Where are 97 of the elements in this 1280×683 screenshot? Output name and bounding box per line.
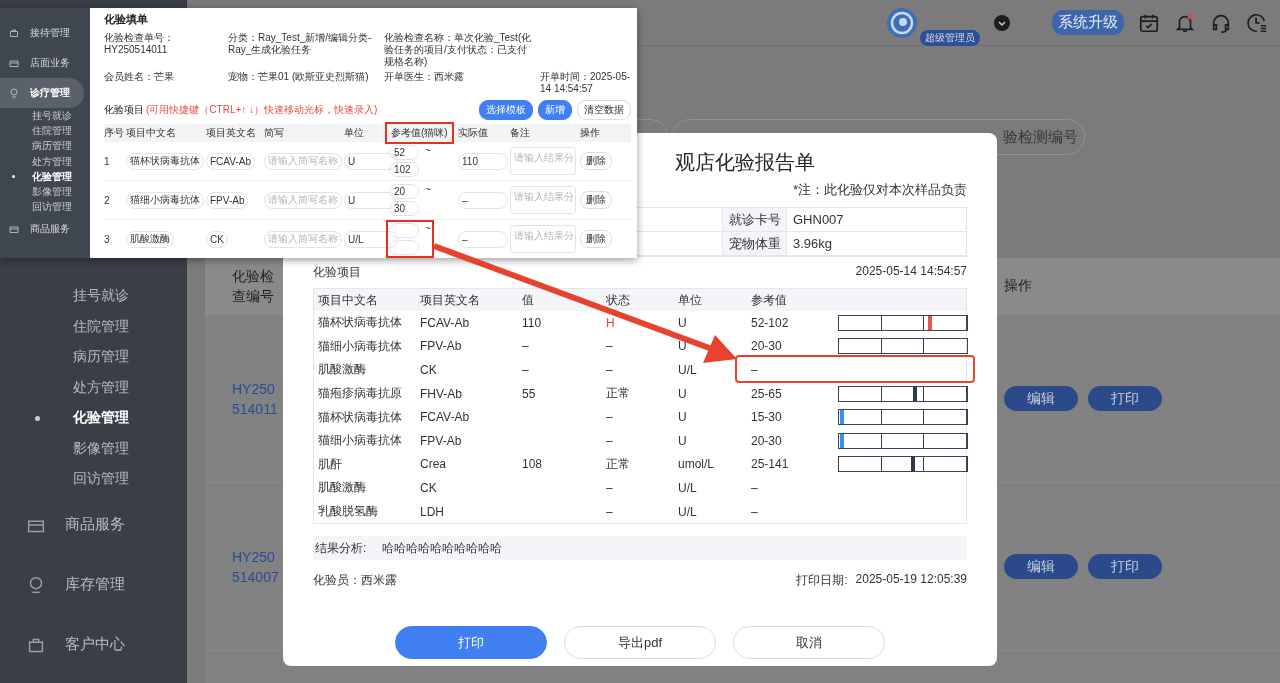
column-header: 项目中文名	[318, 291, 379, 309]
table-cell-text: 肌酸激酶	[318, 361, 367, 379]
row-number: 1	[104, 155, 110, 167]
section-title: 化验项目	[313, 264, 361, 281]
table-cell-text: 猫细小病毒抗体	[318, 432, 403, 450]
info-label: 就诊卡号	[722, 208, 786, 232]
table-cell-text: Crea	[420, 457, 447, 472]
column-header: 项目英文名	[420, 291, 481, 309]
range-separator: ~	[425, 184, 431, 195]
field-text: 开单时间：2025-05-14 14:54:57	[540, 71, 631, 95]
column-header: 单位	[344, 126, 364, 140]
table-cell-text: FHV-Ab	[420, 386, 463, 401]
status-cell-text: 正常	[606, 455, 631, 473]
table-cell-text: 25-65	[751, 386, 783, 401]
row-number: 3	[104, 233, 110, 245]
status-cell-text: –	[606, 410, 614, 425]
table-cell-text: 110	[522, 315, 543, 330]
table-cell-text: 猫杯状病毒抗体	[318, 314, 403, 332]
table-cell-text: U/L	[678, 480, 698, 495]
table-cell-text: –	[522, 339, 530, 354]
table-cell-text: 猫细小病毒抗体	[318, 337, 403, 355]
table-cell-text: umol/L	[678, 457, 716, 472]
form-title: 化验填单	[104, 12, 149, 27]
column-header: 状态	[606, 291, 631, 309]
table-cell-text: FCAV-Ab	[420, 410, 471, 425]
tester-text: 化验员：西米露	[313, 572, 397, 590]
table-cell-text: U	[678, 339, 688, 354]
table-cell-text: 108	[522, 457, 544, 472]
table-cell-text: 55	[522, 386, 537, 401]
status-cell-text: H	[606, 315, 616, 330]
column-header: 简写	[264, 126, 284, 140]
table-cell-text: 肌酸激酶	[318, 479, 367, 497]
table-cell-text: CK	[420, 363, 438, 377]
table-cell-text: 肌酐	[318, 455, 343, 473]
table-cell-text: 20-30	[751, 339, 783, 354]
section-title: 化验项目	[104, 103, 144, 117]
field-text: 化验检查名称：单次化验_Test(化验任务的项目/支付状态：已支付规格名称)	[384, 32, 533, 68]
info-value: 3.96kg	[786, 232, 966, 256]
dialog-title: 观店化验报告单	[675, 150, 816, 175]
field-text: 宠物：芒果01 (欧斯亚史烈斯猫)	[228, 71, 370, 84]
table-cell-text: 25-141	[751, 457, 790, 472]
print-date: 2025-05-19 12:05:39	[855, 572, 967, 589]
table-cell-text: LDH	[420, 504, 445, 519]
column-header: 操作	[580, 126, 600, 140]
column-header: 序号	[104, 126, 124, 140]
table-cell-text: 15-30	[751, 410, 783, 425]
role-badge: 超级管理员	[920, 29, 980, 46]
status-cell-text: –	[606, 480, 614, 495]
column-header: 实际值	[458, 126, 488, 140]
column-header: 值	[522, 291, 535, 309]
column-header: 参考值	[751, 291, 788, 309]
status-cell-text: –	[606, 433, 614, 448]
table-cell-text: U/L	[678, 504, 698, 519]
info-value: GHN007	[786, 208, 966, 232]
field-text: 会员姓名：芒果	[104, 71, 175, 84]
print-date-label: 打印日期:	[796, 572, 848, 590]
row-number: 2	[104, 194, 110, 206]
column-header: 操作	[1004, 277, 1032, 295]
range-separator: ~	[425, 223, 431, 234]
table-cell-text: 猫杯状病毒抗体	[318, 408, 403, 426]
column-header: 项目英文名	[206, 126, 256, 140]
field-text: 开单医生：西米露	[384, 71, 465, 84]
status-cell-text: –	[606, 339, 614, 354]
status-cell-text: –	[606, 363, 614, 377]
table-cell-text: 猫疱疹病毒抗原	[318, 385, 403, 403]
table-cell-text: 乳酸脱氢酶	[318, 503, 379, 521]
table-cell-text: CK	[420, 480, 438, 495]
table-cell-text: FCAV-Ab	[420, 315, 471, 330]
table-cell-text: U	[678, 315, 688, 330]
range-separator: ~	[425, 145, 431, 156]
table-cell-text: –	[751, 504, 759, 519]
table-cell-text: –	[522, 363, 530, 377]
table-cell-text: U	[678, 410, 688, 425]
column-header: 项目中文名	[126, 126, 176, 140]
disclaimer-note: *注：此化验仅对本次样品负责	[792, 181, 967, 199]
field-text: 分类：Ray_Test_新增/编辑分类-Ray_生成化验任务	[228, 32, 373, 57]
table-cell-text: U/L	[678, 363, 698, 377]
table-cell-text: 20-30	[751, 433, 783, 448]
table-cell-text: FPV-Ab	[420, 339, 463, 354]
status-cell-text: –	[606, 504, 614, 519]
column-header: 化验检查编号	[232, 267, 275, 306]
table-cell-text: 52-102	[751, 315, 790, 330]
report-date: 2025-05-14 14:54:57	[855, 264, 967, 280]
column-header: 单位	[678, 291, 703, 309]
shortcut-hint: (可用快捷键（CTRL+↑ ↓）快速移动光标，快速录入)	[146, 103, 378, 117]
field-text: 化验检查单号：HY250514011	[104, 32, 175, 57]
table-cell-text: –	[751, 480, 759, 495]
analysis-text: 哈哈哈哈哈哈哈哈哈哈	[382, 539, 503, 557]
analysis-label: 结果分析:	[315, 539, 367, 557]
status-cell-text: 正常	[606, 385, 631, 403]
info-label: 宠物体重	[722, 232, 786, 256]
table-cell-text: U	[678, 433, 688, 448]
table-cell-text: FPV-Ab	[420, 433, 463, 448]
column-header: 参考值(猫咪)	[388, 125, 451, 141]
table-cell-text: –	[751, 363, 759, 377]
table-cell-text: U	[678, 386, 688, 401]
column-header: 备注	[510, 126, 530, 140]
